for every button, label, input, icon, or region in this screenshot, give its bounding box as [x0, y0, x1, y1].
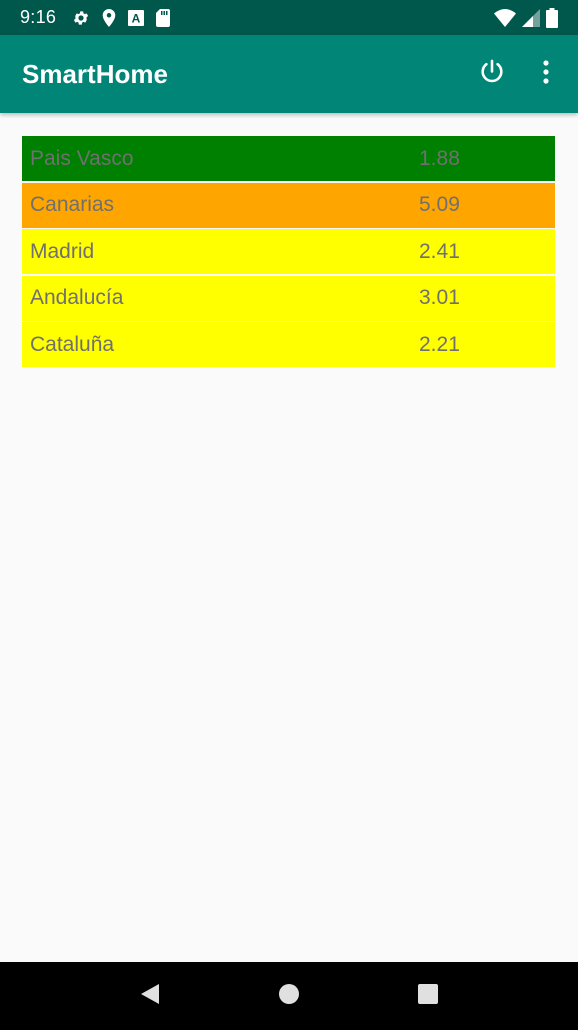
- overflow-menu-button[interactable]: [532, 54, 560, 94]
- signal-icon: [522, 8, 540, 27]
- region-value: 1.88: [419, 146, 460, 170]
- status-bar: 9:16 A: [0, 0, 578, 35]
- list-item[interactable]: Andalucía 3.01: [22, 275, 555, 321]
- status-time: 9:16: [20, 7, 57, 27]
- battery-icon: [546, 7, 558, 28]
- region-value: 2.41: [419, 239, 460, 263]
- power-button[interactable]: [472, 54, 512, 94]
- region-name: Andalucía: [30, 286, 124, 309]
- back-button[interactable]: [120, 966, 180, 1026]
- location-icon: [102, 8, 116, 27]
- region-name: Cataluña: [30, 332, 115, 356]
- home-button[interactable]: [259, 966, 319, 1026]
- region-value: 5.09: [419, 193, 460, 216]
- region-list: Pais Vasco 1.88 Canarias 5.09 Madrid 2.4…: [22, 136, 555, 369]
- power-icon: [478, 58, 506, 90]
- status-icons-left: A: [72, 8, 171, 27]
- list-item[interactable]: Pais Vasco 1.88: [22, 136, 555, 181]
- app-bar: SmartHome: [0, 35, 578, 113]
- region-name: Madrid: [30, 239, 95, 263]
- back-icon: [139, 982, 161, 1010]
- recents-icon: [418, 984, 439, 1008]
- home-icon: [278, 983, 300, 1009]
- list-item[interactable]: Canarias 5.09: [22, 182, 555, 228]
- list-item[interactable]: Madrid 2.41: [22, 229, 555, 274]
- svg-text:A: A: [132, 11, 141, 25]
- status-icons-right: [494, 7, 558, 28]
- navigation-bar: [0, 962, 578, 1030]
- overflow-menu-icon: [543, 60, 549, 88]
- wifi-icon: [494, 8, 516, 27]
- app-title: SmartHome: [22, 58, 168, 89]
- region-name: Pais Vasco: [30, 146, 134, 170]
- font-icon: A: [128, 9, 145, 26]
- app-actions: [472, 54, 578, 94]
- region-name: Canarias: [30, 193, 115, 216]
- settings-icon: [72, 9, 90, 27]
- recents-button[interactable]: [398, 966, 458, 1026]
- region-value: 2.21: [419, 332, 460, 356]
- region-value: 3.01: [419, 286, 460, 309]
- sd-card-icon: [156, 8, 171, 27]
- list-item[interactable]: Cataluña 2.21: [22, 322, 555, 367]
